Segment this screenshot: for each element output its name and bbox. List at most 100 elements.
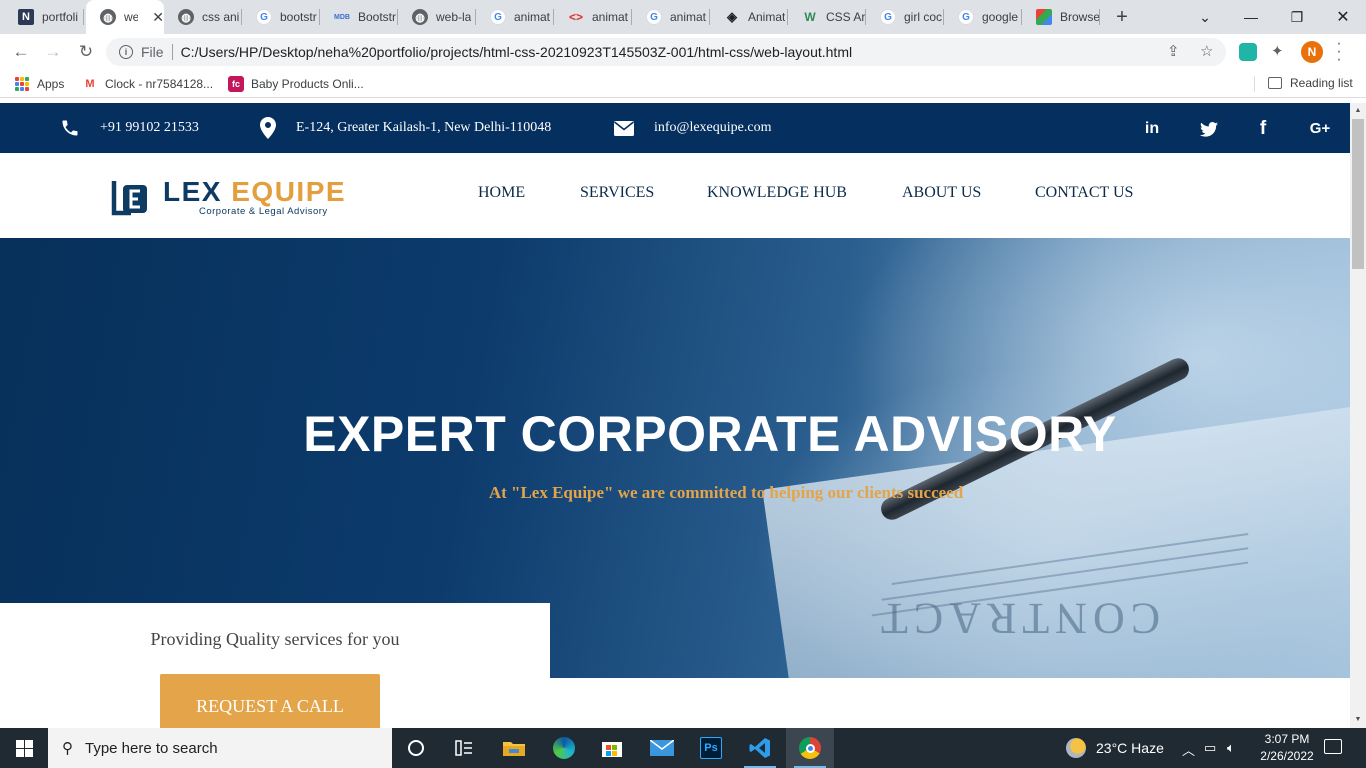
volume-icon[interactable]: 🔈︎ (1227, 740, 1235, 756)
tab-label: wel (124, 10, 139, 24)
notion-icon: N (18, 9, 34, 25)
tab-label: bootstr (280, 10, 317, 24)
tab-label: portfoli (42, 10, 79, 24)
hero-title: EXPERT CORPORATE ADVISORY (303, 406, 1117, 462)
tab-label: css ani (202, 10, 240, 24)
file-explorer-icon[interactable] (490, 728, 538, 768)
browser-tab[interactable]: MDB Bootstr (320, 0, 398, 34)
browser-tab[interactable]: ◍ css ani (164, 0, 242, 34)
reload-icon[interactable]: ↻ (74, 40, 98, 64)
notification-center-icon[interactable] (1324, 739, 1342, 754)
maximize-button[interactable]: ❐ (1274, 0, 1320, 34)
minimize-button[interactable]: — (1228, 0, 1274, 34)
extension-pen-icon[interactable] (1239, 43, 1257, 61)
browser-tab[interactable]: <> animat (554, 0, 632, 34)
tab-label: animat (514, 10, 551, 24)
system-clock[interactable]: 3:07 PM 2/26/2022 (1252, 731, 1322, 765)
nav-about-us[interactable]: ABOUT US (902, 184, 981, 202)
twitter-icon[interactable] (1197, 117, 1221, 141)
browser-tab[interactable]: ◈ Animat (710, 0, 788, 34)
show-hidden-icons-chevron-icon[interactable]: ︿ (1182, 740, 1195, 759)
scroll-thumb[interactable] (1352, 119, 1364, 269)
office-address: E-124, Greater Kailash-1, New Delhi-1100… (296, 120, 552, 135)
browser-tab[interactable]: ◍ web-la (398, 0, 476, 34)
edge-icon[interactable] (540, 728, 588, 768)
bookmark-clock[interactable]: M Clock - nr7584128... (82, 76, 213, 92)
request-call-button[interactable]: REQUEST A CALL (160, 674, 380, 728)
browser-tab[interactable]: G animat (476, 0, 554, 34)
quality-card-text: Providing Quality services for you (150, 629, 400, 649)
linkedin-icon[interactable]: in (1140, 117, 1164, 141)
reading-list-button[interactable]: Reading list (1268, 76, 1353, 90)
new-tab-button[interactable]: + (1110, 5, 1134, 29)
extensions-puzzle-icon[interactable]: ✦ (1271, 42, 1289, 60)
google-icon: G (880, 9, 896, 25)
clock-date: 2/26/2022 (1260, 749, 1314, 763)
bookmark-apps[interactable]: Apps (14, 76, 64, 92)
photoshop-icon[interactable]: Ps (687, 728, 735, 768)
close-tab-icon[interactable]: ✕ (152, 9, 164, 26)
url-text[interactable]: C:/Users/HP/Desktop/neha%20portfolio/pro… (181, 44, 853, 60)
profile-avatar[interactable]: N (1301, 41, 1323, 63)
browser-tab[interactable]: G animat (632, 0, 710, 34)
contact-phone[interactable]: +91 99102 21533 (60, 103, 199, 153)
bookmark-star-icon[interactable]: ☆ (1200, 42, 1213, 60)
mail-icon[interactable] (638, 728, 686, 768)
browser-tab[interactable]: G girl coc (866, 0, 944, 34)
bookmark-baby-products[interactable]: fc Baby Products Onli... (228, 76, 364, 92)
site-info-icon[interactable]: i (119, 45, 133, 59)
site-logo[interactable]: LEX EQUIPE Corporate & Legal Advisory (111, 176, 345, 219)
browser-tab[interactable]: W CSS Ar (788, 0, 866, 34)
animista-icon: ◈ (727, 9, 737, 24)
browser-tab[interactable]: G bootstr (242, 0, 320, 34)
envelope-icon (614, 120, 634, 136)
share-icon[interactable]: ⇪ (1167, 42, 1180, 60)
battery-icon[interactable]: ▭ (1204, 740, 1216, 756)
tab-label: Browse (1060, 10, 1100, 24)
cortana-icon[interactable] (392, 728, 440, 768)
search-placeholder: Type here to search (85, 739, 218, 757)
logo-mark-icon (111, 181, 147, 216)
back-arrow-icon[interactable]: ← (9, 40, 33, 64)
browser-tab[interactable]: G google (944, 0, 1022, 34)
tab-label: animat (592, 10, 629, 24)
nav-services[interactable]: SERVICES (580, 184, 654, 202)
taskbar-search-box[interactable]: ⚲ Type here to search (48, 728, 392, 768)
page-scrollbar[interactable]: ▲ ▼ (1350, 103, 1366, 728)
gmail-icon: M (85, 78, 95, 90)
windows-start-button[interactable] (0, 728, 48, 768)
contact-topbar: +91 99102 21533 E-124, Greater Kailash-1… (0, 103, 1350, 153)
google-icon: G (490, 9, 506, 25)
page-viewport: +91 99102 21533 E-124, Greater Kailash-1… (0, 103, 1350, 728)
facebook-icon[interactable]: f (1251, 117, 1275, 141)
weather-widget[interactable]: 23°C Haze (1066, 728, 1164, 768)
quality-card: Providing Quality services for you REQUE… (0, 603, 550, 728)
weather-haze-icon (1066, 738, 1086, 758)
nav-home[interactable]: HOME (478, 184, 525, 202)
task-view-icon[interactable] (440, 728, 488, 768)
vscode-icon[interactable] (736, 728, 784, 768)
globe-icon: ◍ (100, 9, 116, 25)
browser-tab-active[interactable]: ◍ wel ✕ (86, 0, 164, 34)
code-icon: <> (568, 10, 583, 24)
google-plus-icon[interactable]: G+ (1304, 117, 1336, 141)
contact-email[interactable]: info@lexequipe.com (614, 103, 771, 153)
store-icon[interactable] (588, 728, 636, 768)
windows-logo-icon (15, 739, 33, 757)
address-bar[interactable]: i File C:/Users/HP/Desktop/neha%20portfo… (106, 38, 1226, 66)
tab-search-chevron-icon[interactable]: ⌄ (1182, 0, 1228, 34)
scroll-up-arrow-icon[interactable]: ▲ (1350, 103, 1366, 119)
reading-list-label: Reading list (1290, 76, 1353, 90)
nav-contact-us[interactable]: CONTACT US (1035, 184, 1133, 202)
email-address: info@lexequipe.com (654, 120, 772, 135)
nav-knowledge-hub[interactable]: KNOWLEDGE HUB (707, 184, 847, 202)
browser-menu-icon[interactable]: · · · (1334, 36, 1344, 68)
browser-tab[interactable]: Browse (1022, 0, 1100, 34)
apps-grid-icon (14, 76, 30, 92)
forward-arrow-icon[interactable]: → (41, 40, 65, 64)
close-window-button[interactable]: ✕ (1320, 0, 1366, 34)
chrome-icon[interactable] (786, 728, 834, 768)
browser-tab[interactable]: N portfoli (4, 0, 84, 34)
divider (171, 44, 173, 60)
scroll-down-arrow-icon[interactable]: ▼ (1350, 712, 1366, 728)
